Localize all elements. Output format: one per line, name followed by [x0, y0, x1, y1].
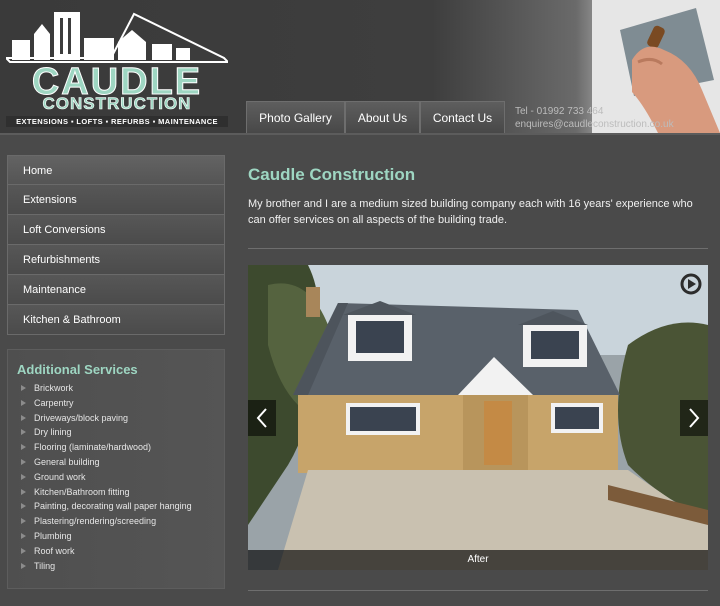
bullet-icon: [21, 399, 26, 406]
play-icon[interactable]: [680, 273, 702, 295]
bullet-icon: [21, 503, 26, 510]
tab-photo-gallery[interactable]: Photo Gallery: [246, 101, 345, 133]
list-item: Tiling: [8, 559, 224, 574]
bullet-icon: [21, 562, 26, 569]
page-title: Caudle Construction: [248, 165, 416, 184]
service-label: Painting, decorating wall paper hanging: [34, 501, 192, 512]
bullet-icon: [21, 385, 26, 391]
tab-about-us[interactable]: About Us: [345, 101, 420, 133]
services-list: Brickwork Carpentry Driveways/block pavi…: [8, 381, 224, 573]
sidebar-item-extensions[interactable]: Extensions: [7, 185, 225, 215]
service-label: Driveways/block paving: [34, 412, 129, 423]
bullet-icon: [21, 473, 26, 480]
sidebar-item-maintenance[interactable]: Maintenance: [7, 275, 225, 305]
list-item: Kitchen/Bathroom fitting: [8, 485, 224, 500]
list-item: Plumbing: [8, 529, 224, 544]
bullet-icon: [21, 488, 26, 495]
list-item: Flooring (laminate/hardwood): [8, 440, 224, 455]
list-item: Brickwork: [8, 381, 224, 396]
slide-caption: After: [248, 550, 708, 570]
list-item: Driveways/block paving: [8, 411, 224, 426]
service-label: Flooring (laminate/hardwood): [34, 442, 152, 453]
contact-info: Tel - 01992 733 464 enquires@caudleconst…: [515, 105, 674, 131]
chevron-right-icon: [689, 408, 700, 428]
header-divider: [0, 133, 720, 135]
service-label: Kitchen/Bathroom fitting: [34, 486, 130, 497]
bullet-icon: [21, 414, 26, 421]
service-label: Carpentry: [34, 397, 74, 408]
bullet-icon: [21, 429, 26, 436]
contact-email[interactable]: enquires@caudleconstruction.co.uk: [515, 118, 674, 131]
sidebar-item-loft-conversions[interactable]: Loft Conversions: [7, 215, 225, 245]
service-label: Tiling: [34, 560, 56, 571]
list-item: Dry lining: [8, 425, 224, 440]
bullet-icon: [21, 532, 26, 539]
additional-services-title: Additional Services: [17, 362, 138, 377]
bullet-icon: [21, 458, 26, 465]
brand-subtitle: CONSTRUCTION: [42, 94, 192, 113]
list-item: Painting, decorating wall paper hanging: [8, 499, 224, 514]
service-label: Plastering/rendering/screeding: [34, 516, 157, 527]
site-header: CAUDLE CONSTRUCTION EXTENSIONS ▪ LOFTS ▪…: [0, 0, 720, 133]
main-nav: Photo Gallery About Us Contact Us: [246, 101, 505, 133]
service-label: Ground work: [34, 471, 86, 482]
slider-next-button[interactable]: [680, 400, 708, 436]
list-item: Carpentry: [8, 396, 224, 411]
list-item: Ground work: [8, 470, 224, 485]
brand-tagline: EXTENSIONS ▪ LOFTS ▪ REFURBS ▪ MAINTENAN…: [6, 116, 228, 127]
additional-services-panel: Additional Services Brickwork Carpentry …: [7, 349, 225, 589]
list-item: General building: [8, 455, 224, 470]
sidebar-item-refurbishments[interactable]: Refurbishments: [7, 245, 225, 275]
service-label: Dry lining: [34, 427, 72, 438]
service-label: Plumbing: [34, 530, 72, 541]
sidebar-item-kitchen-bathroom[interactable]: Kitchen & Bathroom: [7, 305, 225, 335]
house-photo: [248, 265, 708, 570]
bullet-icon: [21, 518, 26, 525]
side-menu: Home Extensions Loft Conversions Refurbi…: [7, 155, 225, 335]
divider: [248, 590, 708, 591]
sidebar-item-home[interactable]: Home: [7, 155, 225, 185]
service-label: Roof work: [34, 545, 75, 556]
contact-phone: Tel - 01992 733 464: [515, 106, 604, 117]
divider: [248, 248, 708, 249]
chevron-left-icon: [256, 408, 267, 428]
list-item: Roof work: [8, 544, 224, 559]
tab-contact-us[interactable]: Contact Us: [420, 101, 505, 133]
slider-prev-button[interactable]: [248, 400, 276, 436]
list-item: Plastering/rendering/screeding: [8, 514, 224, 529]
bullet-icon: [21, 444, 26, 451]
image-slider[interactable]: After: [248, 265, 708, 570]
service-label: General building: [34, 456, 100, 467]
intro-text: My brother and I are a medium sized buil…: [248, 198, 693, 226]
service-label: Brickwork: [34, 383, 74, 393]
bullet-icon: [21, 547, 26, 554]
